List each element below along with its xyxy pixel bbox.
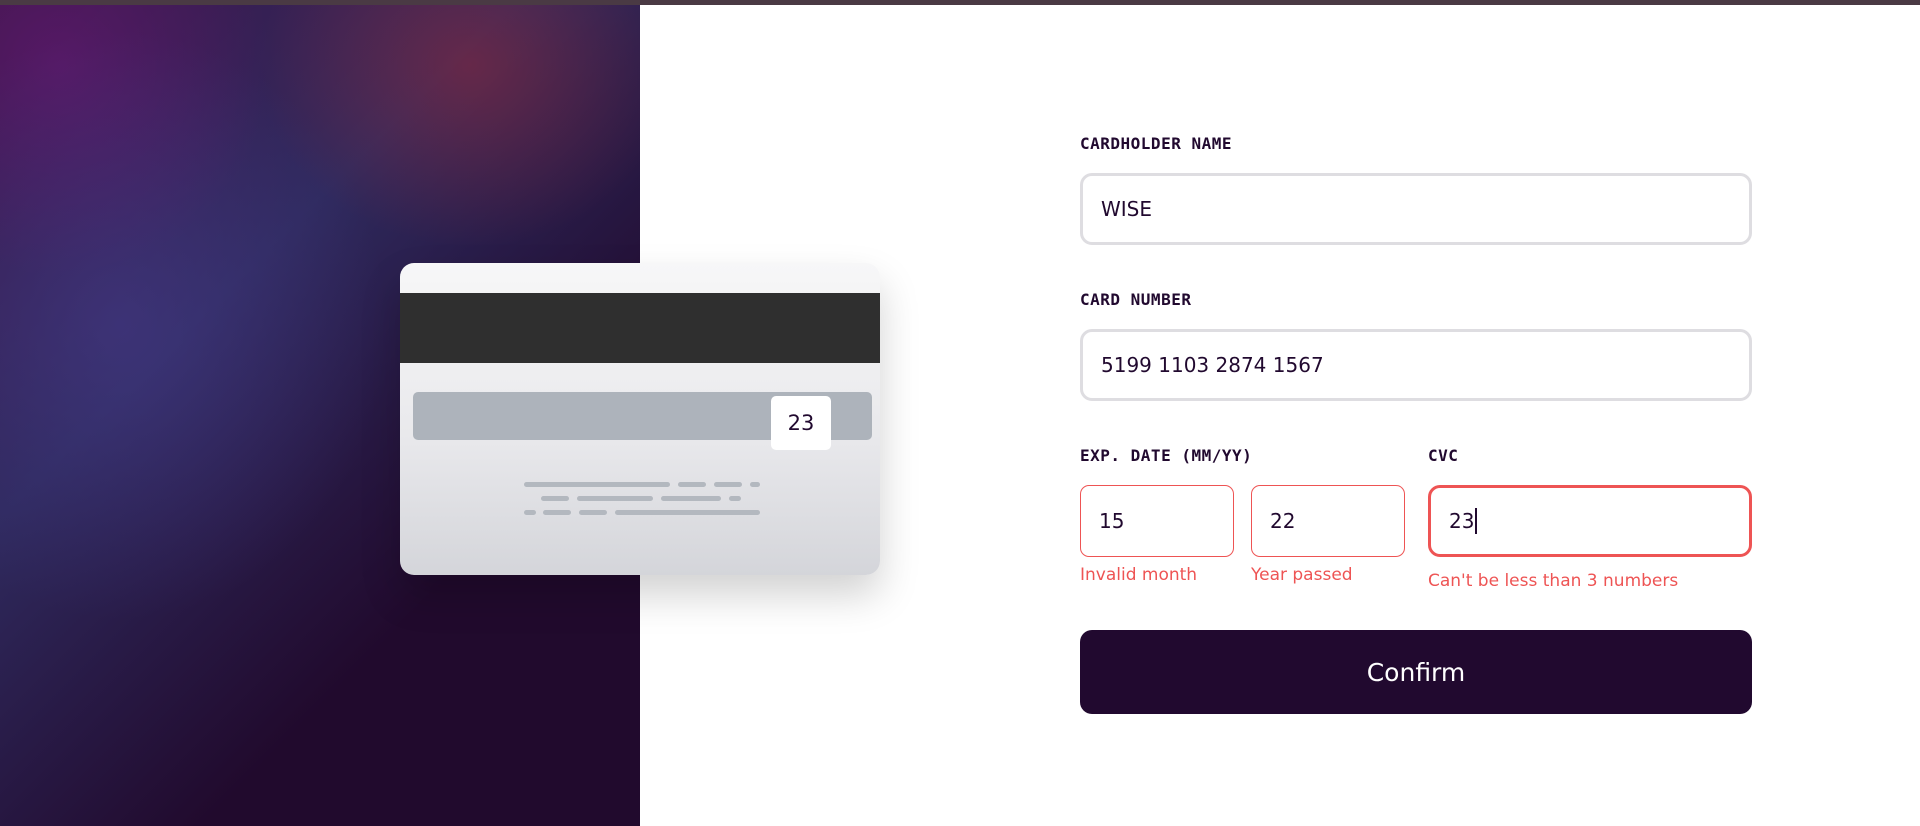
exp-month-input[interactable]: 15 [1080, 485, 1234, 557]
text-caret [1475, 508, 1478, 534]
card-back-preview: 23 [400, 263, 880, 575]
card-number-value: 5199 1103 2874 1567 [1101, 353, 1324, 377]
exp-date-label: EXP. DATE (MM/YY) [1080, 446, 1253, 465]
cardholder-name-input[interactable]: WISE [1080, 173, 1752, 245]
card-number-input[interactable]: 5199 1103 2874 1567 [1080, 329, 1752, 401]
confirm-button[interactable]: Confirm [1080, 630, 1752, 714]
exp-year-value: 22 [1270, 509, 1296, 533]
exp-month-value: 15 [1099, 509, 1125, 533]
cvc-label: CVC [1428, 446, 1459, 465]
exp-year-error: Year passed [1251, 565, 1353, 585]
cvc-error: Can't be less than 3 numbers [1428, 571, 1679, 591]
cardholder-name-value: WISE [1101, 197, 1153, 221]
cvc-input[interactable]: 23 [1428, 485, 1752, 557]
cardholder-name-label: CARDHOLDER NAME [1080, 134, 1232, 153]
exp-month-error: Invalid month [1080, 565, 1198, 585]
cvc-value: 23 [1449, 509, 1475, 533]
card-number-label: CARD NUMBER [1080, 290, 1192, 309]
exp-year-input[interactable]: 22 [1251, 485, 1405, 557]
card-cvc-display: 23 [771, 396, 831, 450]
magnetic-stripe [400, 293, 880, 363]
